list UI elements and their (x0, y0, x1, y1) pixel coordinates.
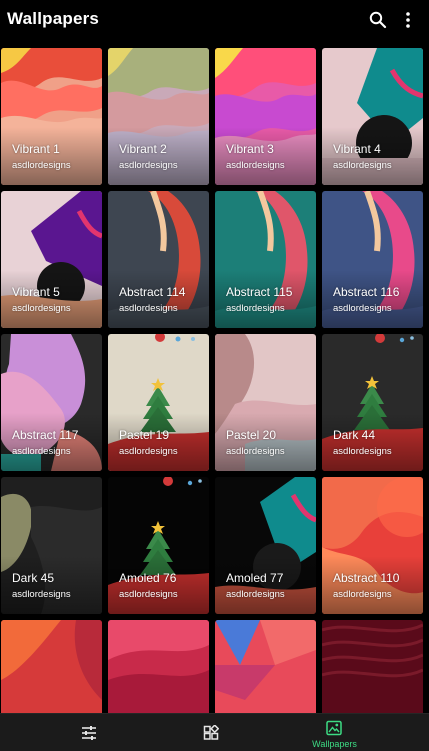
wallpaper-card[interactable]: Dark 45 asdlordesigns (1, 477, 102, 614)
wallpaper-author: asdlordesigns (12, 589, 71, 600)
wallpaper-author: asdlordesigns (12, 303, 71, 314)
wallpaper-name: Vibrant 2 (119, 142, 167, 156)
wallpaper-author: asdlordesigns (119, 446, 178, 457)
wallpaper-name: Abstract 114 (119, 285, 186, 299)
wallpaper-card[interactable]: Vibrant 4 asdlordesigns (322, 48, 423, 185)
wallpaper-name: Dark 45 (12, 571, 55, 585)
page-title: Wallpapers (7, 9, 100, 28)
wallpaper-card[interactable]: Abstract 110 asdlordesigns (322, 477, 423, 614)
wallpaper-author: asdlordesigns (12, 160, 71, 171)
wallpaper-thumbnail (322, 620, 423, 713)
wallpaper-thumbnail (108, 620, 209, 713)
wallpaper-name: Amoled 77 (226, 571, 284, 585)
wallpaper-author: asdlordesigns (12, 446, 71, 457)
wallpaper-card[interactable] (322, 620, 423, 713)
wallpaper-name: Amoled 76 (119, 571, 177, 585)
wallpaper-grid[interactable]: Vibrant 1 asdlordesigns Vibrant 2 asdlor… (0, 40, 429, 713)
wallpaper-author: asdlordesigns (119, 303, 178, 314)
wallpaper-name: Vibrant 1 (12, 142, 60, 156)
wallpaper-card[interactable]: Pastel 19 asdlordesigns (108, 334, 209, 471)
widgets-icon (203, 725, 219, 740)
wallpaper-author: asdlordesigns (226, 160, 285, 171)
wallpaper-thumbnail (215, 620, 316, 713)
wallpaper-name: Vibrant 5 (12, 285, 60, 299)
more-vert-icon[interactable] (401, 10, 415, 30)
wallpaper-author: asdlordesigns (333, 446, 392, 457)
wallpaper-author: asdlordesigns (226, 303, 285, 314)
wallpaper-card[interactable] (1, 620, 102, 713)
tune-icon (82, 726, 96, 740)
wallpaper-author: asdlordesigns (226, 446, 285, 457)
wallpaper-card[interactable]: Amoled 76 asdlordesigns (108, 477, 209, 614)
wallpaper-card[interactable]: Amoled 77 asdlordesigns (215, 477, 316, 614)
nav-item-wallpapers[interactable]: Wallpapers (263, 714, 406, 751)
wallpaper-author: asdlordesigns (333, 303, 392, 314)
wallpaper-card[interactable]: Abstract 114 asdlordesigns (108, 191, 209, 328)
wallpaper-name: Abstract 117 (12, 428, 79, 442)
wallpaper-card[interactable]: Abstract 115 asdlordesigns (215, 191, 316, 328)
wallpaper-card[interactable] (215, 620, 316, 713)
wallpaper-card[interactable]: Vibrant 2 asdlordesigns (108, 48, 209, 185)
wallpaper-name: Abstract 115 (226, 285, 293, 299)
wallpaper-name: Pastel 19 (119, 428, 170, 442)
wallpaper-name: Abstract 116 (333, 285, 400, 299)
app-bar: Wallpapers (0, 0, 429, 40)
wallpaper-name: Abstract 110 (333, 571, 400, 585)
wallpaper-card[interactable]: Abstract 116 asdlordesigns (322, 191, 423, 328)
wallpaper-name: Dark 44 (333, 428, 376, 442)
wallpaper-card[interactable]: Vibrant 3 asdlordesigns (215, 48, 316, 185)
nav-label-wallpapers: Wallpapers (312, 739, 357, 749)
wallpaper-card[interactable] (108, 620, 209, 713)
wallpaper-card[interactable]: Dark 44 asdlordesigns (322, 334, 423, 471)
wallpaper-author: asdlordesigns (119, 160, 178, 171)
wallpaper-name: Pastel 20 (226, 428, 277, 442)
wallpaper-card[interactable]: Pastel 20 asdlordesigns (215, 334, 316, 471)
wallpaper-name: Vibrant 3 (226, 142, 274, 156)
wallpaper-author: asdlordesigns (333, 160, 392, 171)
bottom-navigation: Wallpapers (0, 713, 429, 751)
wallpaper-card[interactable]: Vibrant 1 asdlordesigns (1, 48, 102, 185)
search-icon[interactable] (368, 10, 388, 30)
wallpaper-card[interactable]: Vibrant 5 asdlordesigns (1, 191, 102, 328)
wallpaper-icon (326, 720, 342, 736)
wallpaper-thumbnail (1, 620, 102, 713)
nav-item-collections[interactable] (140, 714, 283, 751)
wallpaper-name: Vibrant 4 (333, 142, 381, 156)
wallpaper-author: asdlordesigns (226, 589, 285, 600)
wallpaper-card[interactable]: Abstract 117 asdlordesigns (1, 334, 102, 471)
wallpaper-author: asdlordesigns (333, 589, 392, 600)
wallpaper-author: asdlordesigns (119, 589, 178, 600)
